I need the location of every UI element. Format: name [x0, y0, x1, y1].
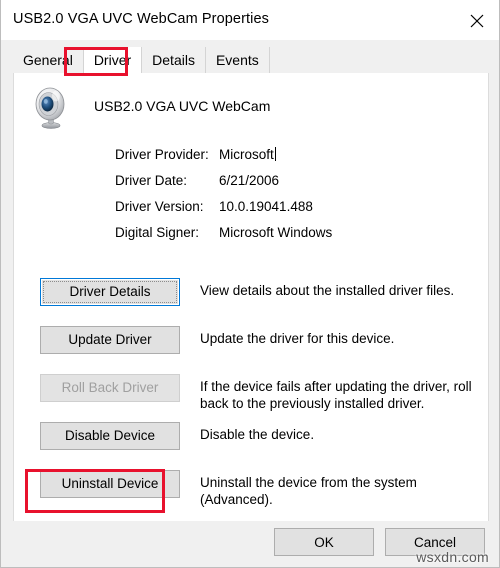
- driver-provider-label: Driver Provider:: [115, 147, 209, 162]
- driver-provider-row: Driver Provider: Microsoft: [115, 147, 475, 173]
- dialog-footer: OK Cancel wsxdn.com: [1, 521, 499, 567]
- uninstall-device-description: Uninstall the device from the system (Ad…: [200, 475, 417, 507]
- uninstall-device-button[interactable]: Uninstall Device: [40, 470, 180, 498]
- tab-events[interactable]: Events: [205, 47, 270, 73]
- digital-signer-label: Digital Signer:: [115, 225, 200, 240]
- webcam-icon: [30, 86, 72, 130]
- properties-dialog: USB2.0 VGA UVC WebCam Properties General…: [0, 0, 500, 568]
- device-header: USB2.0 VGA UVC WebCam: [30, 86, 270, 130]
- ok-button[interactable]: OK: [274, 528, 374, 556]
- driver-tab-panel: USB2.0 VGA UVC WebCam Driver Provider: M…: [13, 73, 489, 522]
- driver-provider-value: Microsoft: [219, 147, 276, 162]
- driver-details-button[interactable]: Driver Details: [40, 278, 180, 306]
- disable-device-button[interactable]: Disable Device: [40, 422, 180, 450]
- close-icon: [470, 14, 484, 28]
- driver-details-description: View details about the installed driver …: [200, 283, 455, 298]
- driver-actions-list: Driver Details View details about the in…: [28, 278, 478, 518]
- title-bar: USB2.0 VGA UVC WebCam Properties: [1, 0, 499, 40]
- watermark: wsxdn.com: [416, 549, 489, 565]
- update-driver-description: Update the driver for this device.: [200, 331, 395, 346]
- driver-date-row: Driver Date: 6/21/2006: [115, 173, 475, 199]
- update-driver-button[interactable]: Update Driver: [40, 326, 180, 354]
- digital-signer-value: Microsoft Windows: [219, 225, 333, 240]
- tab-strip: General Driver Details Events: [1, 40, 499, 73]
- roll-back-driver-button: Roll Back Driver: [40, 374, 180, 402]
- tab-details[interactable]: Details: [142, 47, 206, 73]
- window-title: USB2.0 VGA UVC WebCam Properties: [13, 11, 269, 27]
- driver-version-value: 10.0.19041.488: [219, 199, 313, 214]
- tab-driver[interactable]: Driver: [83, 47, 143, 73]
- digital-signer-row: Digital Signer: Microsoft Windows: [115, 225, 475, 251]
- driver-date-label: Driver Date:: [115, 173, 188, 188]
- driver-date-value: 6/21/2006: [219, 173, 280, 188]
- disable-device-description: Disable the device.: [200, 427, 315, 442]
- disable-device-row: Disable Device Disable the device.: [28, 422, 478, 470]
- roll-back-driver-row: Roll Back Driver If the device fails aft…: [28, 374, 478, 422]
- driver-version-row: Driver Version: 10.0.19041.488: [115, 199, 475, 225]
- uninstall-device-row: Uninstall Device Uninstall the device fr…: [28, 470, 478, 518]
- driver-info-list: Driver Provider: Microsoft Driver Date: …: [115, 147, 475, 251]
- tab-general[interactable]: General: [13, 47, 84, 73]
- update-driver-row: Update Driver Update the driver for this…: [28, 326, 478, 374]
- text-caret: [274, 147, 276, 161]
- driver-version-label: Driver Version:: [115, 199, 204, 214]
- close-button[interactable]: [454, 0, 499, 40]
- driver-details-row: Driver Details View details about the in…: [28, 278, 478, 326]
- device-name: USB2.0 VGA UVC WebCam: [94, 98, 271, 114]
- roll-back-driver-description: If the device fails after updating the d…: [200, 379, 472, 411]
